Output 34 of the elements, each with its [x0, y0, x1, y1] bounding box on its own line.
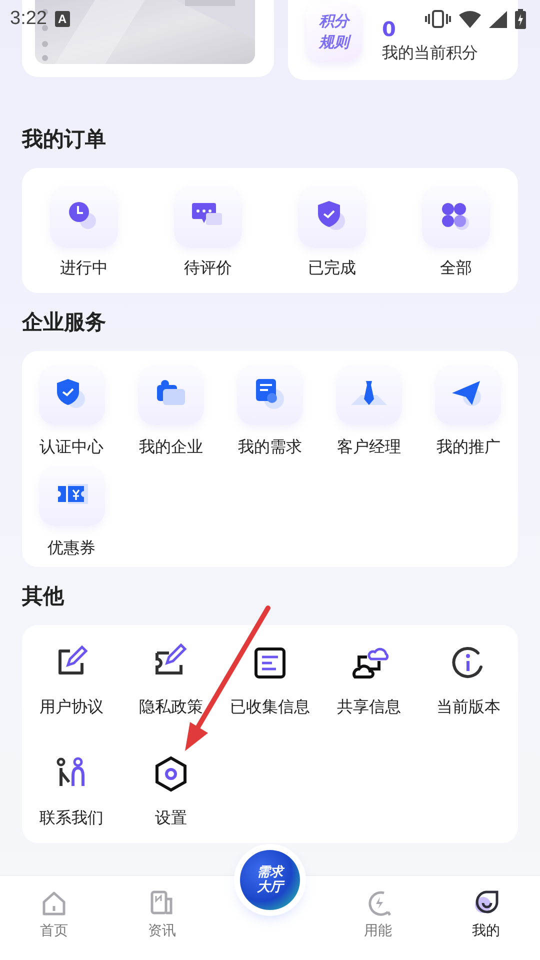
points-rules-badge[interactable]: 积分规则 — [306, 3, 362, 61]
menu-item-label[interactable]: 设置 — [154, 808, 187, 829]
menu-item-label[interactable]: 我的企业 — [138, 437, 203, 458]
vibrate-icon — [425, 10, 451, 28]
points-label: 我的当前积分 — [382, 42, 478, 64]
signal-icon — [489, 10, 507, 28]
section-title: 我的订单 — [22, 126, 107, 153]
points-value: 0 — [382, 16, 396, 40]
menu-item-label[interactable]: 优惠券 — [48, 538, 96, 559]
menu-item-label[interactable]: 当前版本 — [436, 697, 500, 718]
status-time: 3:22 — [10, 8, 47, 30]
nav-tab[interactable]: 用能 — [324, 876, 432, 940]
menu-item-label[interactable]: 用户协议 — [40, 697, 104, 718]
demand-hall-button[interactable]: 需求大厅 — [240, 850, 300, 910]
nav-tab[interactable]: 我的 — [432, 876, 540, 940]
keyboard-notification-icon: A — [54, 11, 70, 27]
menu-item-label[interactable]: 认证中心 — [40, 437, 104, 458]
drop-eye-icon — [472, 888, 500, 916]
menu-item-label[interactable]: 我的需求 — [238, 437, 302, 458]
nav-tab[interactable]: 资讯 — [108, 876, 216, 940]
menu-item-label[interactable]: 客户经理 — [337, 437, 402, 458]
section-title: 其他 — [22, 583, 66, 610]
menu-item-label[interactable]: 我的推广 — [436, 437, 500, 458]
menu-item-label[interactable]: 待评价 — [184, 258, 232, 279]
menu-item-label[interactable]: 已收集信息 — [230, 697, 310, 718]
menu-item-label[interactable]: 进行中 — [60, 258, 108, 279]
menu-item-label[interactable]: 隐私政策 — [138, 697, 203, 718]
menu-item-label[interactable]: 联系我们 — [40, 808, 104, 829]
menu-item-label[interactable]: 全部 — [440, 258, 472, 279]
menu-item-label[interactable]: 已完成 — [308, 258, 356, 279]
nav-tab[interactable]: 首页 — [0, 876, 108, 940]
wifi-icon — [459, 10, 481, 28]
menu-item-label[interactable]: 共享信息 — [337, 697, 402, 718]
section-title: 企业服务 — [22, 309, 107, 336]
